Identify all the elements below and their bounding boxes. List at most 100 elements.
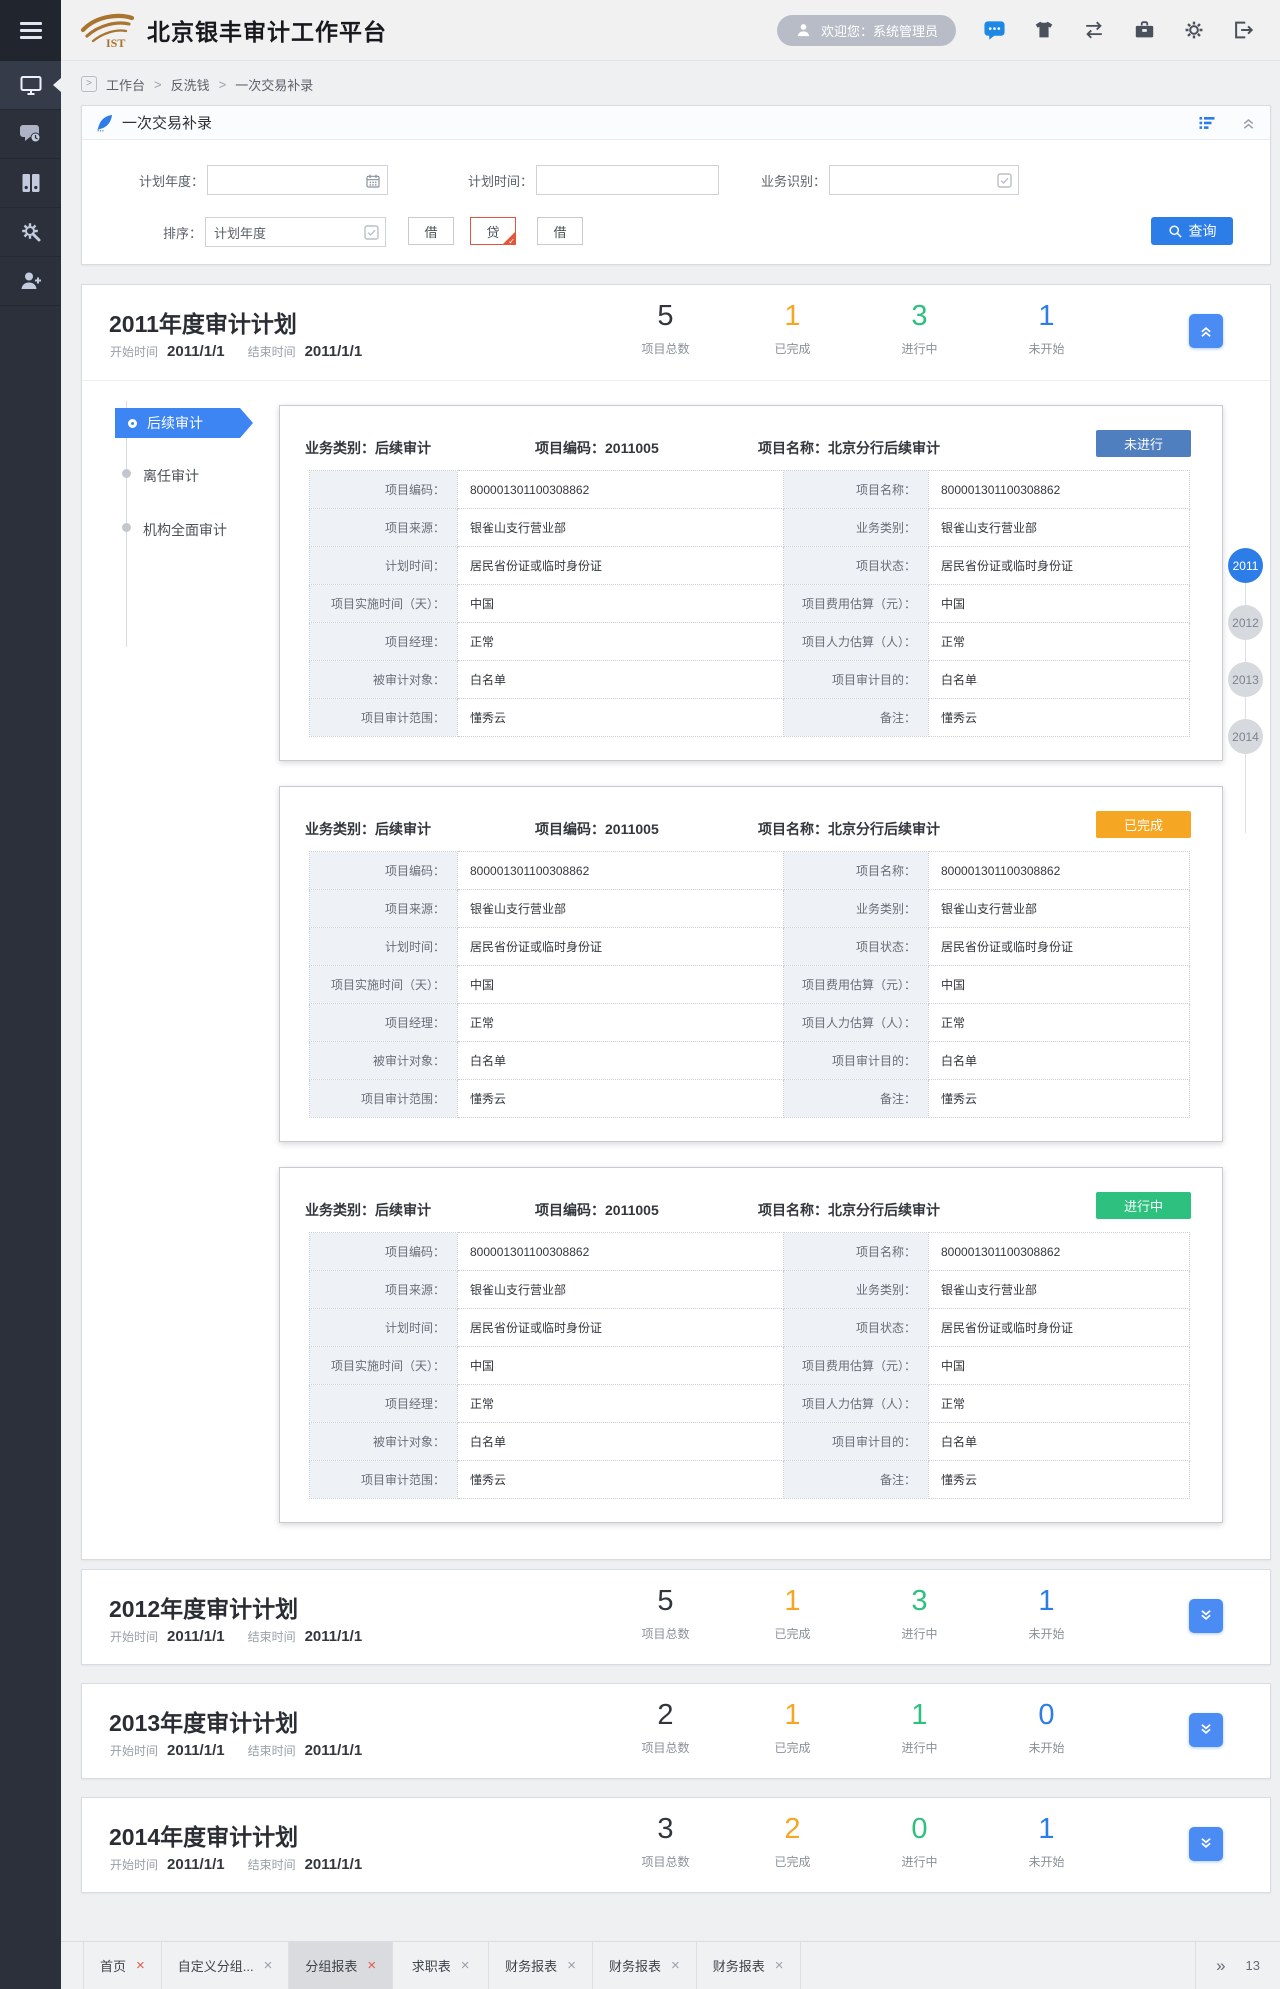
nav-dot-icon bbox=[122, 523, 131, 532]
checkbox-icon[interactable] bbox=[997, 173, 1012, 188]
timeline-year-2014[interactable]: 2014 bbox=[1228, 719, 1263, 754]
tab-label: 自定义分组... bbox=[178, 1956, 254, 1975]
project-category: 业务类别：后续审计 bbox=[305, 819, 431, 839]
close-icon[interactable]: × bbox=[367, 1958, 376, 1973]
plan-time-field-wrap bbox=[536, 165, 719, 195]
close-icon[interactable]: × bbox=[264, 1958, 273, 1973]
plan-title: 2013年度审计计划 bbox=[109, 1704, 298, 1738]
stat-value: 5 bbox=[602, 299, 729, 333]
expand-plan-button[interactable] bbox=[1189, 1713, 1223, 1747]
sidebar-item-messages[interactable] bbox=[0, 110, 61, 159]
sidebar-item-workbench[interactable] bbox=[0, 61, 61, 110]
plan-time-input[interactable] bbox=[537, 166, 718, 194]
table-row: 项目审计范围： 懂秀云 备注： 懂秀云 bbox=[310, 699, 1190, 737]
plan-panel-2012: 2012年度审计计划 开始时间 2011/1/1 结束时间 2011/1/1 5… bbox=[81, 1569, 1271, 1665]
plan-title: 2012年度审计计划 bbox=[109, 1590, 298, 1624]
bottom-tab-group-report[interactable]: 分组报表 × bbox=[289, 1942, 393, 1989]
logout-icon[interactable] bbox=[1232, 19, 1254, 41]
breadcrumb-item-workbench[interactable]: 工作台 bbox=[106, 75, 145, 94]
bottom-tab-bar: 首页 × 自定义分组... × 分组报表 × 求职表 × 财务报表 × 财务报表… bbox=[61, 1941, 1280, 1989]
field-label: 项目状态： bbox=[784, 547, 929, 585]
breadcrumb-icon: > bbox=[81, 76, 97, 92]
briefcase-icon[interactable] bbox=[1133, 19, 1156, 41]
start-time-value: 2011/1/1 bbox=[167, 1628, 225, 1645]
bottom-tab-finance-report-3[interactable]: 财务报表 × bbox=[697, 1942, 801, 1989]
app-title: 北京银丰审计工作平台 bbox=[147, 13, 387, 47]
debit-button-2[interactable]: 借 bbox=[537, 217, 583, 245]
hamburger-menu-button[interactable] bbox=[0, 0, 61, 61]
apparel-icon[interactable] bbox=[1033, 19, 1055, 41]
start-time-value: 2011/1/1 bbox=[167, 1856, 225, 1873]
nav-tab-full-audit[interactable]: 机构全面审计 bbox=[143, 520, 227, 540]
close-icon[interactable]: × bbox=[461, 1958, 470, 1973]
plan-panel-2011: 2011年度审计计划 开始时间 2011/1/1 结束时间 2011/1/1 5… bbox=[81, 284, 1271, 1560]
plan-header: 2013年度审计计划 开始时间 2011/1/1 结束时间 2011/1/1 2… bbox=[82, 1684, 1270, 1780]
welcome-text: 欢迎您：系统管理员 bbox=[821, 21, 938, 40]
calendar-icon[interactable] bbox=[365, 173, 381, 189]
breadcrumb-item-aml[interactable]: 反洗钱 bbox=[171, 75, 210, 94]
transfer-icon[interactable] bbox=[1082, 19, 1106, 41]
search-button[interactable]: 查询 bbox=[1151, 217, 1233, 245]
user-welcome-pill[interactable]: 欢迎您：系统管理员 bbox=[777, 15, 956, 46]
plan-year-input[interactable] bbox=[208, 166, 387, 194]
timeline-year-2012[interactable]: 2012 bbox=[1228, 605, 1263, 640]
timeline-year-2013[interactable]: 2013 bbox=[1228, 662, 1263, 697]
nav-tab-label: 后续审计 bbox=[147, 413, 203, 433]
bottom-tab-custom-group[interactable]: 自定义分组... × bbox=[162, 1942, 290, 1989]
bottom-tab-finance-report-2[interactable]: 财务报表 × bbox=[593, 1942, 697, 1989]
tab-overflow-icon[interactable]: » bbox=[1216, 1956, 1225, 1976]
sidebar-item-archives[interactable] bbox=[0, 159, 61, 208]
chat-icon[interactable] bbox=[983, 19, 1006, 42]
plan-year-label: 计划年度： bbox=[139, 171, 204, 190]
credit-button[interactable]: 贷 bbox=[470, 217, 516, 245]
stat-label: 项目总数 bbox=[602, 340, 729, 357]
close-icon[interactable]: × bbox=[136, 1958, 145, 1973]
collapse-plan-button[interactable] bbox=[1189, 314, 1223, 348]
end-time-label: 结束时间 bbox=[248, 1628, 296, 1645]
stat-value: 2 bbox=[602, 1698, 729, 1732]
field-value: 800001301100308862 bbox=[929, 1233, 1190, 1271]
plan-stat: 1 已完成 bbox=[729, 1584, 856, 1642]
field-label: 备注： bbox=[784, 699, 929, 737]
sidebar-item-settings[interactable] bbox=[0, 208, 61, 257]
breadcrumb-separator: > bbox=[219, 77, 227, 92]
checkbox-icon bbox=[364, 225, 379, 240]
project-category: 业务类别：后续审计 bbox=[305, 438, 431, 458]
collapse-panel-icon[interactable] bbox=[1240, 114, 1257, 131]
field-value: 中国 bbox=[929, 585, 1190, 623]
bottom-tab-job-table[interactable]: 求职表 × bbox=[393, 1942, 489, 1989]
stat-label: 已完成 bbox=[729, 1625, 856, 1642]
business-id-input[interactable] bbox=[830, 166, 1018, 194]
expand-plan-button[interactable] bbox=[1189, 1827, 1223, 1861]
timeline-year-2011[interactable]: 2011 bbox=[1228, 548, 1263, 583]
field-label: 项目费用估算（元）： bbox=[784, 585, 929, 623]
sort-settings-icon[interactable] bbox=[1198, 114, 1216, 132]
project-card: 业务类别：后续审计 项目编码：2011005 项目名称：北京分行后续审计 已完成… bbox=[279, 786, 1223, 1142]
settings-gear-icon[interactable] bbox=[1183, 19, 1205, 41]
field-value: 800001301100308862 bbox=[929, 471, 1190, 509]
field-label: 业务类别： bbox=[784, 509, 929, 547]
close-icon[interactable]: × bbox=[567, 1958, 576, 1973]
project-card: 业务类别：后续审计 项目编码：2011005 项目名称：北京分行后续审计 未进行… bbox=[279, 405, 1223, 761]
nav-tab-follow-up-audit[interactable]: 后续审计 bbox=[115, 408, 253, 438]
tab-label: 首页 bbox=[100, 1956, 126, 1975]
close-icon[interactable]: × bbox=[775, 1958, 784, 1973]
plan-time-label: 计划时间： bbox=[468, 171, 533, 190]
plan-stats: 5 项目总数 1 已完成 3 进行中 1 未开始 bbox=[602, 299, 1110, 357]
search-button-label: 查询 bbox=[1189, 221, 1217, 241]
debit-button-1[interactable]: 借 bbox=[408, 217, 454, 245]
field-label: 项目实施时间（天）： bbox=[310, 966, 458, 1004]
field-value: 800001301100308862 bbox=[458, 471, 784, 509]
sidebar-item-users[interactable] bbox=[0, 257, 61, 306]
search-icon bbox=[1168, 224, 1183, 239]
bottom-tab-home[interactable]: 首页 × bbox=[83, 1942, 162, 1989]
plan-dates: 开始时间 2011/1/1 结束时间 2011/1/1 bbox=[110, 1628, 376, 1645]
nav-tab-departure-audit[interactable]: 离任审计 bbox=[143, 466, 199, 486]
timeline-line bbox=[1245, 561, 1246, 833]
expand-plan-button[interactable] bbox=[1189, 1599, 1223, 1633]
close-icon[interactable]: × bbox=[671, 1958, 680, 1973]
field-value: 银雀山支行营业部 bbox=[458, 1271, 784, 1309]
sort-select[interactable]: 计划年度 bbox=[205, 217, 386, 247]
bottom-tab-finance-report-1[interactable]: 财务报表 × bbox=[489, 1942, 593, 1989]
field-label: 业务类别： bbox=[784, 1271, 929, 1309]
